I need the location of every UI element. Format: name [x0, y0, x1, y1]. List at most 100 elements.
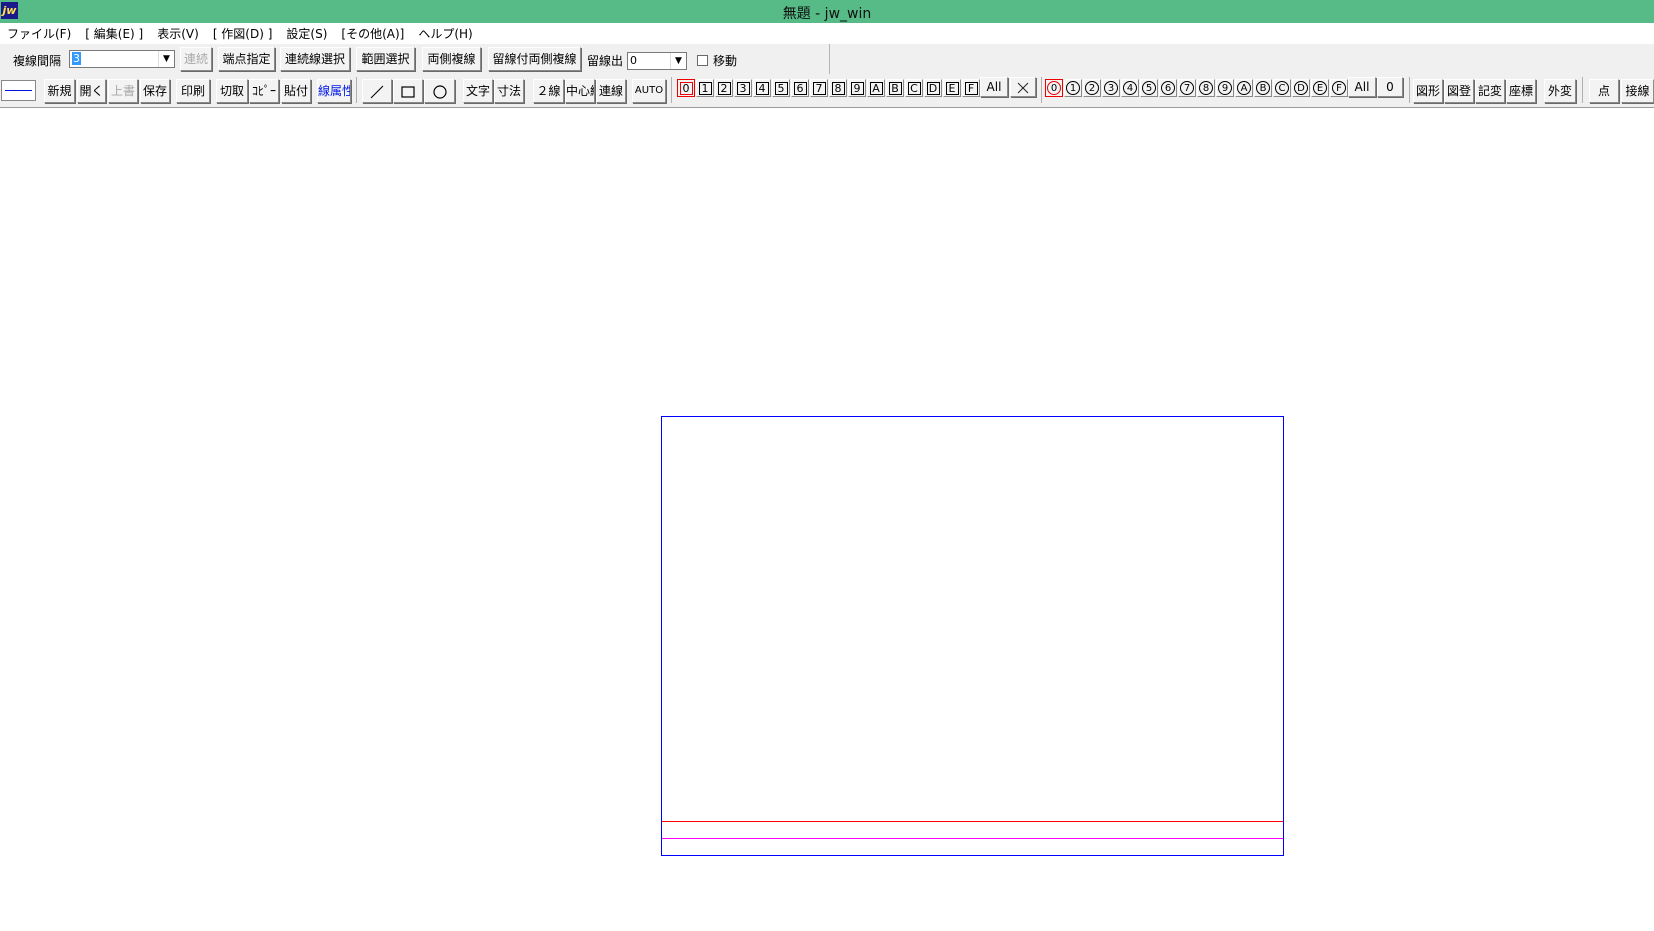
line-sample [5, 90, 32, 91]
print-button[interactable]: 印刷 [176, 79, 210, 103]
group-button-2[interactable]: 2 [1083, 79, 1101, 97]
group-button-f[interactable]: F [1330, 79, 1348, 97]
line-style-preview[interactable] [1, 80, 36, 101]
layer-button-3[interactable]: 3 [734, 79, 752, 97]
group-label: 6 [1161, 81, 1175, 95]
group-label: A [1237, 81, 1251, 95]
group-label: C [1275, 81, 1289, 95]
menu-view[interactable]: 表示(V) [150, 25, 206, 42]
layer-button-4[interactable]: 4 [753, 79, 771, 97]
line-icon [370, 85, 384, 98]
double-line-button[interactable]: ２線 [533, 79, 564, 103]
group-button-4[interactable]: 4 [1121, 79, 1139, 97]
coords-button[interactable]: 座標 [1506, 79, 1536, 103]
point-button[interactable]: 点 [1589, 79, 1619, 103]
group-button-3[interactable]: 3 [1102, 79, 1120, 97]
layer-button-e[interactable]: E [943, 79, 961, 97]
dimension-tool-button[interactable]: 寸法 [494, 79, 524, 103]
stop-out-combo[interactable]: 0 ▼ [627, 52, 687, 70]
group-button-6[interactable]: 6 [1159, 79, 1177, 97]
layer-all-button[interactable]: All [980, 77, 1008, 97]
spacing-label: 複線間隔 [13, 54, 62, 68]
layer-button-5[interactable]: 5 [772, 79, 790, 97]
register-button[interactable]: 図登 [1444, 79, 1474, 103]
group-button-d[interactable]: D [1292, 79, 1310, 97]
save-button[interactable]: 保存 [140, 79, 170, 103]
continuous-button[interactable]: 連続 [180, 47, 212, 71]
layer-label: 8 [831, 82, 845, 95]
group-all-button[interactable]: All [1348, 77, 1376, 97]
menu-help[interactable]: ヘルプ(H) [411, 25, 479, 42]
move-checkbox[interactable] [697, 55, 708, 66]
menu-settings[interactable]: 設定(S) [279, 25, 334, 42]
layer-label: 1 [698, 82, 712, 95]
layer-button-2[interactable]: 2 [715, 79, 733, 97]
spacing-combo[interactable]: 3 ▼ [69, 50, 175, 68]
title-block-magenta-line [662, 838, 1283, 839]
group-button-5[interactable]: 5 [1140, 79, 1158, 97]
menu-file[interactable]: ファイル(F) [0, 25, 78, 42]
layer-label: 6 [793, 82, 807, 95]
open-button[interactable]: 開く [77, 79, 106, 103]
group-label: D [1294, 81, 1308, 95]
paste-button[interactable]: 貼付 [281, 79, 311, 103]
chevron-down-icon[interactable]: ▼ [670, 53, 686, 69]
menu-other[interactable]: [その他(A)] [334, 25, 411, 42]
menu-draw[interactable]: [ 作図(D) ] [206, 25, 280, 42]
layer-button-6[interactable]: 6 [791, 79, 809, 97]
chain-select-button[interactable]: 連続線選択 [280, 47, 350, 71]
layer-button-0[interactable]: 0 [677, 79, 695, 97]
line-attr-button[interactable]: 線属性 [317, 79, 351, 103]
layer-button-7[interactable]: 7 [810, 79, 828, 97]
group-button-0[interactable]: 0 [1045, 79, 1063, 97]
external-button[interactable]: 外変 [1544, 79, 1576, 103]
shape-button[interactable]: 図形 [1413, 79, 1443, 103]
group-button-b[interactable]: B [1254, 79, 1272, 97]
circle-tool-button[interactable] [424, 79, 455, 103]
group-button-c[interactable]: C [1273, 79, 1291, 97]
chevron-down-icon[interactable]: ▼ [158, 51, 174, 67]
group-button-9[interactable]: 9 [1216, 79, 1234, 97]
layer-button-1[interactable]: 1 [696, 79, 714, 97]
layer-button-b[interactable]: B [886, 79, 904, 97]
layer-button-a[interactable]: A [867, 79, 885, 97]
group-button-e[interactable]: E [1311, 79, 1329, 97]
title-bar: jw 無題 - jw_win [0, 0, 1654, 23]
center-line-button[interactable]: 中心線 [565, 79, 595, 103]
group-label: E [1313, 81, 1327, 95]
rectangle-tool-button[interactable] [393, 79, 423, 103]
drawing-canvas[interactable] [0, 107, 1654, 931]
group-button-a[interactable]: A [1235, 79, 1253, 97]
group-label: F [1332, 81, 1346, 95]
endpoint-button[interactable]: 端点指定 [218, 47, 275, 71]
connect-line-button[interactable]: 連線 [596, 79, 626, 103]
line-tool-button[interactable] [362, 79, 392, 103]
toolbar-separator [1409, 77, 1410, 103]
group-button-7[interactable]: 7 [1178, 79, 1196, 97]
record-button[interactable]: 記変 [1475, 79, 1505, 103]
stop-both-sides-button[interactable]: 留線付両側複線 [488, 47, 581, 71]
layer-button-9[interactable]: 9 [848, 79, 866, 97]
menu-edit[interactable]: [ 編集(E) ] [78, 25, 150, 42]
layer-button-c[interactable]: C [905, 79, 923, 97]
range-select-button[interactable]: 範囲選択 [356, 47, 415, 71]
group-button-1[interactable]: 1 [1064, 79, 1082, 97]
text-tool-button[interactable]: 文字 [463, 79, 493, 103]
cut-button[interactable]: 切取 [216, 79, 248, 103]
layer-button-8[interactable]: 8 [829, 79, 847, 97]
layer-label: E [945, 82, 959, 95]
overwrite-button[interactable]: 上書 [108, 79, 138, 103]
new-button[interactable]: 新規 [44, 79, 75, 103]
layer-label: A [869, 82, 883, 95]
group-label: 5 [1142, 81, 1156, 95]
layer-label: F [964, 82, 978, 95]
layer-button-f[interactable]: F [962, 79, 980, 97]
both-sides-button[interactable]: 両側複線 [422, 47, 481, 71]
group-button-8[interactable]: 8 [1197, 79, 1215, 97]
auto-button[interactable]: AUTO [632, 79, 666, 103]
tangent-button[interactable]: 接線 [1621, 79, 1654, 103]
group-zero-button[interactable]: 0 [1377, 77, 1403, 97]
copy-button[interactable]: ｺﾋﾟｰ [249, 79, 279, 103]
layer-cross-button[interactable] [1010, 77, 1036, 97]
layer-button-d[interactable]: D [924, 79, 942, 97]
